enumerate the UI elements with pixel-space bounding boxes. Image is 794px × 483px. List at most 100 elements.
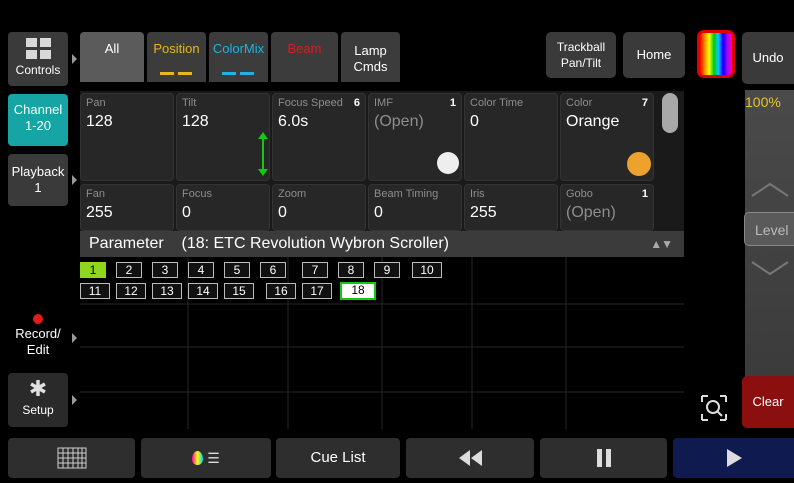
param-number: 1 [641,188,648,200]
sliders-icon: ☰ [207,450,220,467]
channel-4[interactable]: 4 [188,262,214,278]
param-label: Pan [86,97,106,109]
channel-1[interactable]: 1 [80,262,106,278]
channel-14[interactable]: 14 [188,283,218,299]
gear-icon: ✱ [28,376,48,401]
clear-button[interactable]: Clear [742,376,794,428]
chevron-up-icon [751,182,789,197]
param-label: Gobo [566,188,593,200]
pause-icon [596,449,611,468]
tab-all-label: All [104,41,120,56]
param-value: 0 [374,204,383,221]
channel-5[interactable]: 5 [224,262,250,278]
imf-color-swatch [437,152,459,174]
channel-9[interactable]: 9 [374,262,400,278]
playback-label-1: Playback [11,164,65,179]
rewind-button[interactable] [406,438,534,478]
channel-2[interactable]: 2 [116,262,142,278]
channel-label-1: Channel [13,102,63,117]
channel-17[interactable]: 17 [302,283,332,299]
param-imf[interactable]: IMF 1 (Open) [368,93,462,181]
record-dot-icon [33,314,43,324]
keypad-button[interactable] [8,438,135,478]
fullscreen-search-icon[interactable] [700,394,728,422]
trackball-button[interactable]: Trackball Pan/Tilt [546,32,616,78]
parameter-title: Parameter [89,235,164,252]
controls-button[interactable]: Controls [8,32,77,86]
channel-16[interactable]: 16 [266,283,296,299]
channel-11[interactable]: 11 [80,283,110,299]
channel-12[interactable]: 12 [116,283,146,299]
fader-level-text: 100% [745,94,781,110]
keypad-grid-icon [57,447,86,469]
level-handle[interactable]: Level [744,212,794,246]
param-beam-timing[interactable]: Beam Timing 0 [368,184,462,231]
record-label-1: Record/ [15,326,61,341]
tab-position[interactable]: Position [147,32,206,82]
param-gobo[interactable]: Gobo 1 (Open) [560,184,654,231]
pause-button[interactable] [540,438,667,478]
setup-button[interactable]: ✱ Setup [8,373,77,427]
trackball-label-1: Trackball [556,40,606,54]
channel-10[interactable]: 10 [412,262,442,278]
color-swatch [627,152,651,176]
channel-button[interactable]: Channel 1-20 [8,94,68,146]
param-label: IMF [374,97,393,109]
tab-colormix[interactable]: ColorMix [209,32,268,82]
param-value: (Open) [374,113,424,130]
param-value: 0 [182,204,191,221]
param-color[interactable]: Color 7 Orange [560,93,654,181]
channel-3[interactable]: 3 [152,262,178,278]
param-number: 6 [353,97,360,109]
channel-18[interactable]: 18 [340,282,376,300]
chevron-right-icon [72,54,77,64]
playback-button[interactable]: Playback 1 [8,154,77,206]
param-fan[interactable]: Fan 255 [80,184,174,231]
param-focus-speed[interactable]: Focus Speed 6 6.0s [272,93,366,181]
play-button[interactable] [673,438,794,478]
param-zoom[interactable]: Zoom 0 [272,184,366,231]
param-number: 7 [641,97,648,109]
param-label: Focus Speed [278,97,343,109]
param-color-time[interactable]: Color Time 0 [464,93,558,181]
color-picker-button[interactable] [697,30,735,78]
record-label-2: Edit [26,342,50,357]
param-value: 255 [86,204,113,221]
param-value: 128 [86,113,113,130]
trackball-label-2: Pan/Tilt [560,56,602,70]
param-label: Focus [182,188,212,200]
color-picker-bottom-button[interactable]: ☰ [141,438,271,478]
undo-button[interactable]: Undo [742,32,794,84]
channel-15[interactable]: 15 [224,283,254,299]
expand-collapse-icon[interactable]: ▲▼ [650,231,673,257]
tab-position-indicator [159,72,194,75]
channel-7[interactable]: 7 [302,262,328,278]
cue-list-button[interactable]: Cue List [276,438,400,478]
tab-beam[interactable]: Beam [271,32,338,82]
up-down-arrow-icon [258,132,268,176]
tab-colormix-indicator [221,72,256,75]
param-pan[interactable]: Pan 128 [80,93,174,181]
record-edit-button[interactable]: Record/ Edit [8,310,77,366]
param-focus[interactable]: Focus 0 [176,184,270,231]
level-label: Level [755,222,789,238]
param-value: 0 [470,113,479,130]
param-label: Zoom [278,188,307,200]
channel-13[interactable]: 13 [152,283,182,299]
chevron-right-icon [72,175,77,185]
channel-6[interactable]: 6 [260,262,286,278]
tab-lamp-cmds[interactable]: Lamp Cmds [341,32,400,82]
param-iris[interactable]: Iris 255 [464,184,558,231]
parameter-grid: Pan 128 Tilt 128 Focus Speed 6 6.0s IMF … [80,91,684,231]
tab-all[interactable]: All [80,32,144,82]
param-value: 6.0s [278,113,309,130]
channel-8[interactable]: 8 [338,262,364,278]
param-value: 255 [470,204,497,221]
param-value: 128 [182,113,209,130]
tab-beam-label: Beam [287,41,322,56]
chevron-right-icon [72,333,77,343]
param-tilt[interactable]: Tilt 128 [176,93,270,181]
param-label: Iris [470,188,485,200]
parameter-scrollbar[interactable] [662,93,678,133]
home-button[interactable]: Home [623,32,685,78]
